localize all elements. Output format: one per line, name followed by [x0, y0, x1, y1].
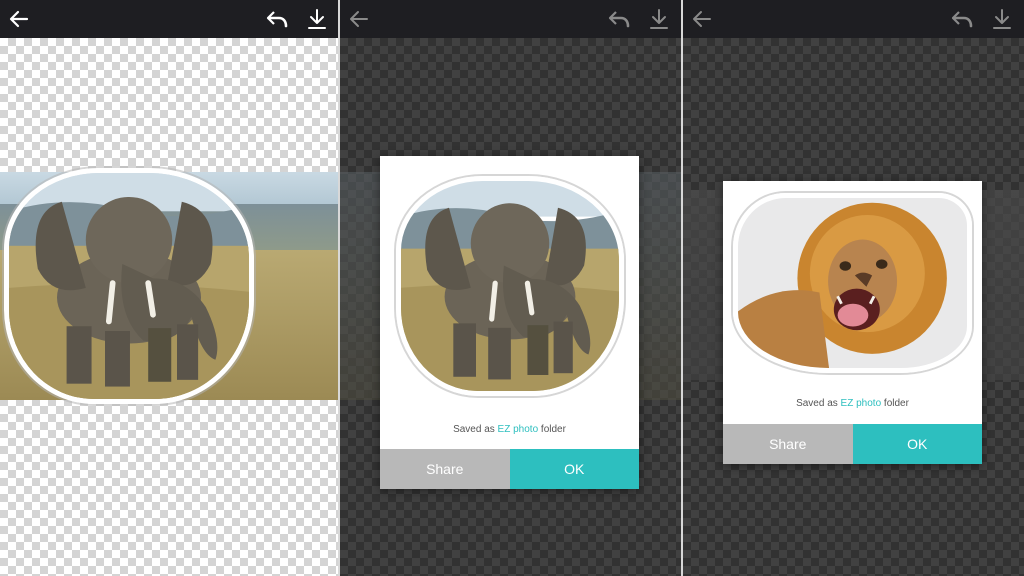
back-button[interactable]	[4, 4, 34, 34]
undo-button[interactable]	[604, 4, 634, 34]
sticker-preview	[396, 176, 624, 396]
undo-button[interactable]	[947, 4, 977, 34]
save-message: Saved as EZ photo folder	[453, 424, 566, 435]
back-button[interactable]	[344, 4, 374, 34]
ok-button[interactable]: OK	[852, 424, 982, 464]
download-button[interactable]	[302, 4, 332, 34]
arrow-left-icon	[693, 11, 711, 27]
top-toolbar	[340, 0, 681, 38]
download-icon	[308, 9, 326, 29]
back-button[interactable]	[687, 4, 717, 34]
folder-name: EZ photo	[840, 398, 882, 409]
undo-icon	[951, 11, 973, 28]
editor-panel	[0, 0, 338, 576]
save-dialog: Saved as EZ photo folder Share OK	[380, 156, 639, 489]
download-button[interactable]	[644, 4, 674, 34]
sticker-preview	[733, 193, 972, 373]
folder-name: EZ photo	[497, 424, 539, 435]
undo-icon	[266, 11, 288, 28]
undo-icon	[608, 11, 630, 28]
save-dialog-panel-elephant: Saved as EZ photo folder Share OK	[340, 0, 681, 576]
share-button[interactable]: Share	[723, 424, 853, 464]
share-button[interactable]: Share	[380, 449, 510, 489]
save-message: Saved as EZ photo folder	[796, 398, 909, 409]
top-toolbar	[683, 0, 1024, 38]
arrow-left-icon	[350, 11, 368, 27]
save-dialog: Saved as EZ photo folder Share OK	[723, 181, 982, 464]
top-toolbar	[0, 0, 338, 38]
ok-button[interactable]: OK	[509, 449, 639, 489]
download-button[interactable]	[987, 4, 1017, 34]
download-icon	[993, 9, 1011, 29]
undo-button[interactable]	[262, 4, 292, 34]
download-icon	[650, 9, 668, 29]
arrow-left-icon	[9, 10, 29, 28]
elephant-sticker[interactable]	[4, 168, 254, 404]
save-dialog-panel-lion: Saved as EZ photo folder Share OK	[683, 0, 1024, 576]
